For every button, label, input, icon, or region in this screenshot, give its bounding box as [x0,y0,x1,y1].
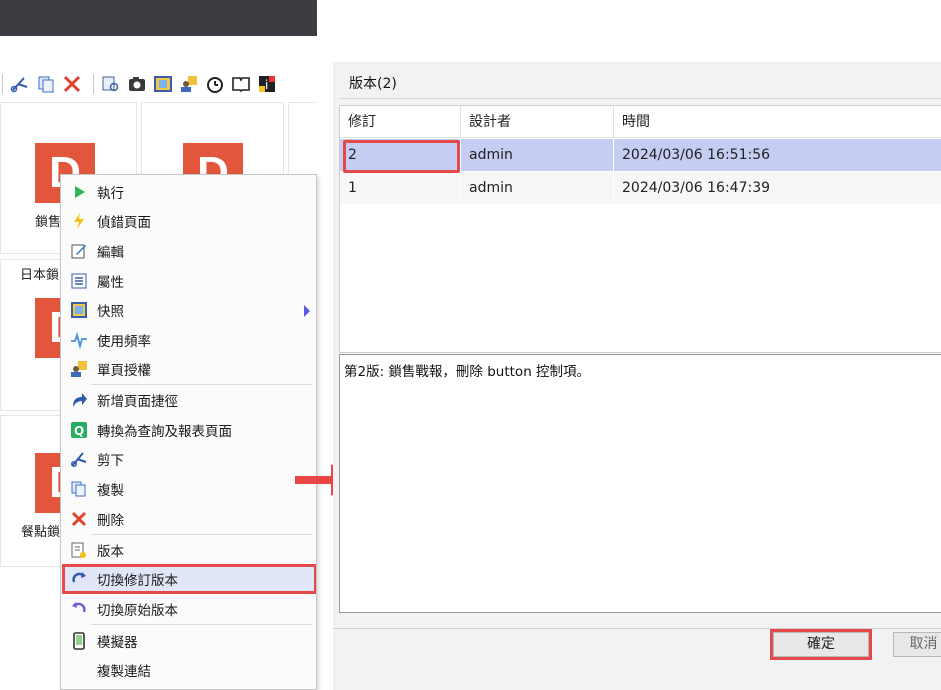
version-dialog: 版本(2) 修訂 設計者 時間 2 admin 2024/03/06 16:51… [333,62,941,690]
copy-icon[interactable] [35,73,57,95]
menu-item-label: 切換原始版本 [97,603,178,619]
cut-icon[interactable] [9,73,31,95]
title-divider [339,98,941,99]
cut-icon [68,448,90,470]
menu-item-run[interactable]: 執行 [63,178,316,206]
query-icon: Q [68,419,90,441]
svg-text:i: i [265,78,268,92]
timer-icon[interactable] [204,73,226,95]
time-cell: 2024/03/06 16:51:56 [622,147,771,163]
revision-table: 修訂 設計者 時間 2 admin 2024/03/06 16:51:56 1 … [339,105,941,353]
menu-item-delete[interactable]: 刪除 [63,505,316,533]
table-row[interactable]: 1 admin 2024/03/06 16:47:39 [340,172,941,204]
menu-item-label: 快照 [97,304,124,320]
shortcut-icon [68,389,90,411]
revision-cell: 1 [340,172,461,204]
menu-item-label: 切換修訂版本 [97,573,178,589]
menu-item-label: 刪除 [97,513,124,529]
blank-icon [68,659,90,681]
page-tile-label: 鎖售 [35,215,62,230]
revision-note-text[interactable]: 第2版: 鎖售戰報，刪除 button 控制項。 [339,354,941,613]
menu-item-debug-page[interactable]: 偵錯頁面 [63,207,316,235]
column-header-designer[interactable]: 設計者 [461,106,614,138]
permission-icon[interactable] [178,73,200,95]
menu-item-label: 編輯 [97,245,124,261]
menu-separator [91,624,312,625]
app-top-bar [0,0,317,36]
menu-item-label: 模擬器 [97,635,138,651]
menu-item-label: 使用頻率 [97,334,151,350]
switch-original-icon [68,598,90,620]
revision-highlight-box [343,140,460,173]
menu-item-new-page-shortcut[interactable]: 新增頁面捷徑 [63,386,316,414]
menu-item-copy[interactable]: 複製 [63,475,316,503]
toolbar-separator [2,74,3,94]
book-icon[interactable] [230,73,252,95]
menu-item-emulator[interactable]: 模擬器 [63,627,316,655]
switch-revision-icon [68,568,90,590]
time-cell: 2024/03/06 16:47:39 [622,180,771,196]
page-permission-icon [68,358,90,380]
designer-cell: admin [461,139,614,171]
delete-icon[interactable] [61,73,83,95]
menu-item-edit[interactable]: 編輯 [63,237,316,265]
delete-icon [68,508,90,530]
svg-text:Q: Q [74,424,84,438]
toolbar-separator [93,74,94,94]
menu-item-label: 單頁授權 [97,363,151,379]
preview-icon[interactable] [100,73,122,95]
menu-item-switch-revision[interactable]: 切換修訂版本 [62,564,316,594]
menu-item-page-permission[interactable]: 單頁授權 [63,355,316,383]
menu-separator [91,534,312,535]
menu-item-label: 轉換為查詢及報表頁面 [97,424,232,440]
column-header-revision[interactable]: 修訂 [340,106,461,138]
menu-item-snapshot[interactable]: 快照 [63,296,316,324]
run-icon [68,181,90,203]
footer-divider [333,628,941,629]
ok-button[interactable]: 確定 [770,629,872,660]
menu-item-label: 執行 [97,186,124,202]
page-tile-label: 餐點鎖 [21,525,61,540]
usage-frequency-icon [68,329,90,351]
menu-item-label: 屬性 [97,275,124,291]
table-header: 修訂 設計者 時間 [340,106,941,138]
menu-item-switch-original[interactable]: 切換原始版本 [63,595,316,623]
dialog-title: 版本(2) [349,76,397,92]
properties-icon [68,270,90,292]
page-tile-label: 日本鎖 [20,268,60,283]
edit-icon [68,240,90,262]
menu-item-label: 剪下 [97,453,124,469]
menu-item-properties[interactable]: 屬性 [63,267,316,295]
context-menu: 執行 偵錯頁面 編輯 屬性 快照 使用頻率 單頁授權 新增頁面捷徑 Q 轉換為查… [60,174,317,690]
snapshot-icon[interactable] [126,73,148,95]
menu-item-usage-frequency[interactable]: 使用頻率 [63,326,316,354]
column-header-time[interactable]: 時間 [614,106,941,138]
designer-cell: admin [461,172,614,204]
menu-item-copy-link[interactable]: 複製連結 [63,656,316,684]
snapshot-icon [68,299,90,321]
submenu-arrow-icon [304,305,310,317]
menu-separator [91,384,312,385]
menu-item-label: 複製 [97,483,124,499]
menu-item-label: 複製連結 [97,664,151,680]
toolbar: i [0,68,317,100]
menu-item-version[interactable]: 版本 [63,536,316,564]
menu-item-label: 新增頁面捷徑 [97,394,178,410]
debug-icon [68,210,90,232]
menu-item-cut[interactable]: 剪下 [63,445,316,473]
cancel-button[interactable]: 取消 [893,632,941,657]
version-icon [68,539,90,561]
menu-item-label: 版本 [97,544,124,560]
menu-item-convert-to-query[interactable]: Q 轉換為查詢及報表頁面 [63,416,316,444]
frame-icon[interactable] [152,73,174,95]
copy-icon [68,478,90,500]
emulator-icon [68,630,90,652]
menu-item-label: 偵錯頁面 [97,215,151,231]
info-icon[interactable]: i [256,73,278,95]
